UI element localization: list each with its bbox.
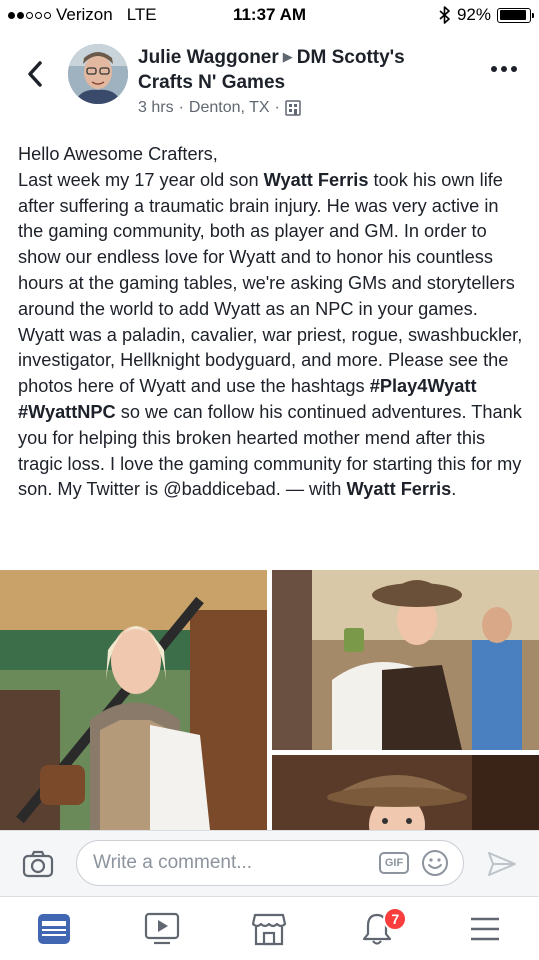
arrow-right-icon: ▶: [282, 49, 293, 64]
post-title: Julie Waggoner ▶ DM Scotty's Crafts N' Gam…: [138, 46, 458, 95]
tab-video[interactable]: [108, 897, 216, 960]
photo-grid: [0, 570, 539, 830]
globe-building-icon: [285, 100, 301, 116]
post-body: Hello Awesome Crafters, Last week my 17 …: [18, 142, 526, 503]
photo-wyatt-closeup[interactable]: [272, 755, 539, 830]
post-body-text: .: [451, 479, 457, 500]
send-icon[interactable]: [487, 851, 517, 877]
post-body-text: Hello Awesome Crafters, Last week my 17 …: [18, 144, 259, 190]
post-time[interactable]: 3 hrs: [138, 99, 174, 117]
chevron-left-icon: [28, 61, 42, 87]
news-feed-icon: [37, 913, 70, 944]
back-button[interactable]: [20, 56, 50, 92]
post-header: Julie Waggoner ▶ DM Scotty's Crafts N' Gam…: [0, 36, 539, 122]
battery-icon: [497, 7, 534, 23]
carrier-name: Verizon: [56, 5, 113, 24]
post-location[interactable]: Denton, TX: [189, 99, 270, 117]
post-body-bold: #Play4Wyatt: [369, 376, 477, 397]
post-body-bold[interactable]: Wyatt Ferris: [264, 170, 369, 190]
gif-button[interactable]: GIF: [379, 852, 409, 874]
signal-strength-icon: [8, 11, 51, 19]
more-options-button[interactable]: [491, 66, 517, 72]
network-type: LTE: [126, 5, 157, 24]
emoji-icon[interactable]: [421, 849, 449, 877]
post-meta: 3 hrs · Denton, TX ·: [138, 99, 458, 117]
video-icon: [144, 912, 179, 944]
post-body-bold[interactable]: Wyatt Ferris: [346, 479, 451, 499]
author-avatar[interactable]: [68, 44, 128, 104]
marketplace-icon: [252, 913, 287, 945]
comment-input[interactable]: Write a comment... GIF: [76, 840, 464, 886]
photo-wyatt-hat-mug[interactable]: [272, 570, 539, 750]
camera-icon: [22, 850, 54, 878]
post-body-text: took his own life after suffering a trau…: [18, 169, 523, 397]
tab-news-feed[interactable]: [0, 897, 108, 960]
comment-placeholder: Write a comment...: [93, 852, 253, 873]
battery-percent: 92%: [456, 5, 491, 24]
tab-bar: 7: [0, 896, 539, 960]
meta-separator: ·: [178, 99, 184, 116]
photo-wyatt-vest[interactable]: [0, 570, 267, 830]
camera-button[interactable]: [22, 850, 54, 878]
notification-badge: 7: [383, 907, 408, 931]
comment-bar: Write a comment... GIF: [0, 830, 539, 896]
status-bar: Verizon LTE 11:37 AM 92%: [0, 0, 539, 30]
tab-notifications[interactable]: 7: [323, 897, 431, 960]
post-body-bold: #WyattNPC: [18, 401, 116, 422]
menu-icon: [471, 917, 500, 940]
tab-marketplace[interactable]: [216, 897, 324, 960]
more-icon: [491, 66, 497, 72]
bluetooth-icon: [439, 6, 450, 24]
meta-separator: ·: [274, 99, 280, 116]
tab-menu[interactable]: [431, 897, 539, 960]
author-name[interactable]: Julie Waggoner: [138, 47, 279, 68]
